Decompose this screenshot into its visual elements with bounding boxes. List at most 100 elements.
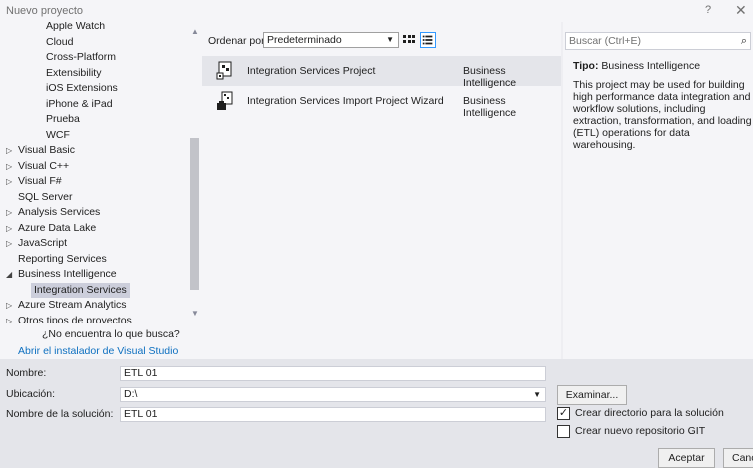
tree-item[interactable]: iPhone & iPad xyxy=(46,97,113,112)
tree-item[interactable]: Cross-Platform xyxy=(46,50,116,65)
tree-item-label: Analysis Services xyxy=(18,206,101,218)
collapsed-arrow-icon[interactable]: ▷ xyxy=(6,159,18,174)
type-label: Tipo: xyxy=(573,60,599,72)
scroll-up-icon[interactable]: ▲ xyxy=(188,26,202,38)
browse-button[interactable]: Examinar... xyxy=(557,385,627,405)
import-wizard-icon xyxy=(217,91,233,110)
git-repository-checkbox[interactable] xyxy=(557,425,570,438)
tree-item[interactable]: ▷ Visual C++ xyxy=(6,159,69,174)
tree-scrollbar-thumb[interactable] xyxy=(190,138,199,290)
project-name: Integration Services Import Project Wiza… xyxy=(247,95,444,107)
collapsed-arrow-icon[interactable]: ▷ xyxy=(6,205,18,220)
project-name: Integration Services Project xyxy=(247,65,376,77)
tree-item-label: JavaScript xyxy=(18,237,68,249)
create-directory-label: Crear directorio para la solución xyxy=(575,407,724,419)
tree-item[interactable]: Apple Watch xyxy=(46,22,105,34)
tree-item-label: Azure Stream Analytics xyxy=(18,299,127,311)
type-line: Tipo: Business Intelligence xyxy=(573,60,700,72)
tree-item-label: Prueba xyxy=(46,113,80,125)
tree-item[interactable]: ▷ Azure Data Lake xyxy=(6,221,96,236)
cancel-button[interactable]: Cancelar xyxy=(723,448,753,468)
tree-item-label: SQL Server xyxy=(18,190,73,203)
location-dropdown[interactable]: D:\ ▼ xyxy=(120,387,546,402)
list-view-icon[interactable] xyxy=(420,32,436,48)
expanded-arrow-icon[interactable]: ◢ xyxy=(6,267,18,282)
small-icons-view-icon[interactable] xyxy=(402,33,416,47)
search-placeholder: Buscar (Ctrl+E) xyxy=(569,35,642,47)
tree-item-label: iOS Extensions xyxy=(46,82,118,94)
collapsed-arrow-icon[interactable]: ▷ xyxy=(6,143,18,158)
tree-item[interactable]: iOS Extensions xyxy=(46,81,118,96)
tree-item-label: Extensibility xyxy=(46,66,102,79)
tree-item[interactable]: WCF xyxy=(46,128,70,143)
open-installer-link[interactable]: Abrir el instalador de Visual Studio xyxy=(18,345,178,357)
project-form: Nombre: ETL 01 Ubicación: D:\ ▼ Examinar… xyxy=(0,359,753,468)
type-value: Business Intelligence xyxy=(601,60,701,72)
sort-dropdown[interactable]: Predeterminado ▼ xyxy=(263,32,399,48)
scroll-down-icon[interactable]: ▼ xyxy=(188,308,202,320)
create-directory-checkbox[interactable]: ✓ xyxy=(557,407,570,420)
tree-item-label: Visual F# xyxy=(18,175,62,187)
tree-item[interactable]: ▷ Visual Basic xyxy=(6,143,75,158)
project-list-panel: Ordenar por: Predeterminado ▼ Integratio… xyxy=(202,22,561,359)
tree-item-label: Otros tipos de proyectos xyxy=(18,314,132,324)
tree-item[interactable]: ▷ Azure Stream Analytics xyxy=(6,298,127,313)
tree-item[interactable]: ▷ Otros tipos de proyectos xyxy=(6,314,132,324)
tree-item[interactable]: Prueba xyxy=(46,112,80,127)
search-icon[interactable]: ⌕ xyxy=(741,33,747,49)
tree-item[interactable]: ▷ JavaScript xyxy=(6,236,67,251)
chevron-down-icon: ▼ xyxy=(533,390,541,399)
window-title: Nuevo proyecto xyxy=(6,5,84,17)
name-field[interactable]: ETL 01 xyxy=(120,366,546,381)
tree-item[interactable]: Integration Services xyxy=(31,282,130,298)
title-bar: Nuevo proyecto ? ✕ xyxy=(0,0,753,22)
tree-item[interactable]: Reporting Services xyxy=(6,252,107,267)
tree-item-label: Azure Data Lake xyxy=(18,221,97,234)
tree-item-label: Visual C++ xyxy=(18,159,70,172)
template-tree: Apple Watch Cloud Cross-Platform Extensibil… xyxy=(0,22,202,323)
tree-item[interactable]: Cloud xyxy=(46,35,73,50)
tree-item[interactable]: ▷ Visual F# xyxy=(6,174,62,189)
template-description: This project may be used for building hi… xyxy=(573,79,752,151)
tree-item-label: Cloud xyxy=(46,35,74,48)
sort-label: Ordenar por: xyxy=(208,35,268,47)
help-button[interactable]: ? xyxy=(705,4,711,16)
project-template-row[interactable]: Integration Services Import Project Wiza… xyxy=(202,86,561,119)
tree-item[interactable]: SQL Server xyxy=(6,190,72,205)
tree-item-label: iPhone & iPad xyxy=(46,97,113,110)
close-icon[interactable]: ✕ xyxy=(735,2,747,19)
tree-item-label: Cross-Platform xyxy=(46,51,117,63)
chevron-down-icon: ▼ xyxy=(386,35,394,44)
project-type: Business Intelligence xyxy=(463,95,517,119)
not-found-question: ¿No encuentra lo que busca? xyxy=(42,328,180,340)
tree-item-label: Apple Watch xyxy=(46,22,106,32)
not-found-panel: ¿No encuentra lo que busca? Abrir el ins… xyxy=(0,323,202,359)
details-panel: Buscar (Ctrl+E) ⌕ Tipo: Business Intelli… xyxy=(563,22,753,359)
tree-item-label: Reporting Services xyxy=(18,252,107,265)
collapsed-arrow-icon[interactable]: ▷ xyxy=(6,174,18,189)
sort-value: Predeterminado xyxy=(267,34,342,46)
name-label: Nombre: xyxy=(6,367,47,379)
collapsed-arrow-icon[interactable]: ▷ xyxy=(6,314,18,324)
collapsed-arrow-icon[interactable]: ▷ xyxy=(6,221,18,236)
solution-name-field[interactable]: ETL 01 xyxy=(120,407,546,422)
name-value: ETL 01 xyxy=(124,367,158,379)
collapsed-arrow-icon[interactable]: ▷ xyxy=(6,298,18,313)
solution-label: Nombre de la solución: xyxy=(6,408,114,420)
accept-button[interactable]: Aceptar xyxy=(658,448,715,468)
integration-project-icon xyxy=(216,61,232,80)
collapsed-arrow-icon[interactable]: ▷ xyxy=(6,236,18,251)
location-label: Ubicación: xyxy=(6,388,56,400)
git-repository-label: Crear nuevo repositorio GIT xyxy=(575,425,706,437)
tree-item[interactable]: ◢ Business Intelligence xyxy=(6,267,117,282)
search-input[interactable]: Buscar (Ctrl+E) ⌕ xyxy=(565,32,751,50)
tree-item-label: Visual Basic xyxy=(18,144,76,156)
location-value: D:\ xyxy=(124,388,138,400)
tree-item-label: Business Intelligence xyxy=(18,268,117,280)
project-template-row[interactable]: Integration Services Project Business In… xyxy=(202,56,561,89)
tree-item-label: Integration Services xyxy=(34,283,127,296)
tree-item[interactable]: Extensibility xyxy=(46,66,101,81)
sort-bar: Ordenar por: Predeterminado ▼ xyxy=(202,22,561,54)
solution-value: ETL 01 xyxy=(124,408,158,420)
tree-item[interactable]: ▷ Analysis Services xyxy=(6,205,100,220)
